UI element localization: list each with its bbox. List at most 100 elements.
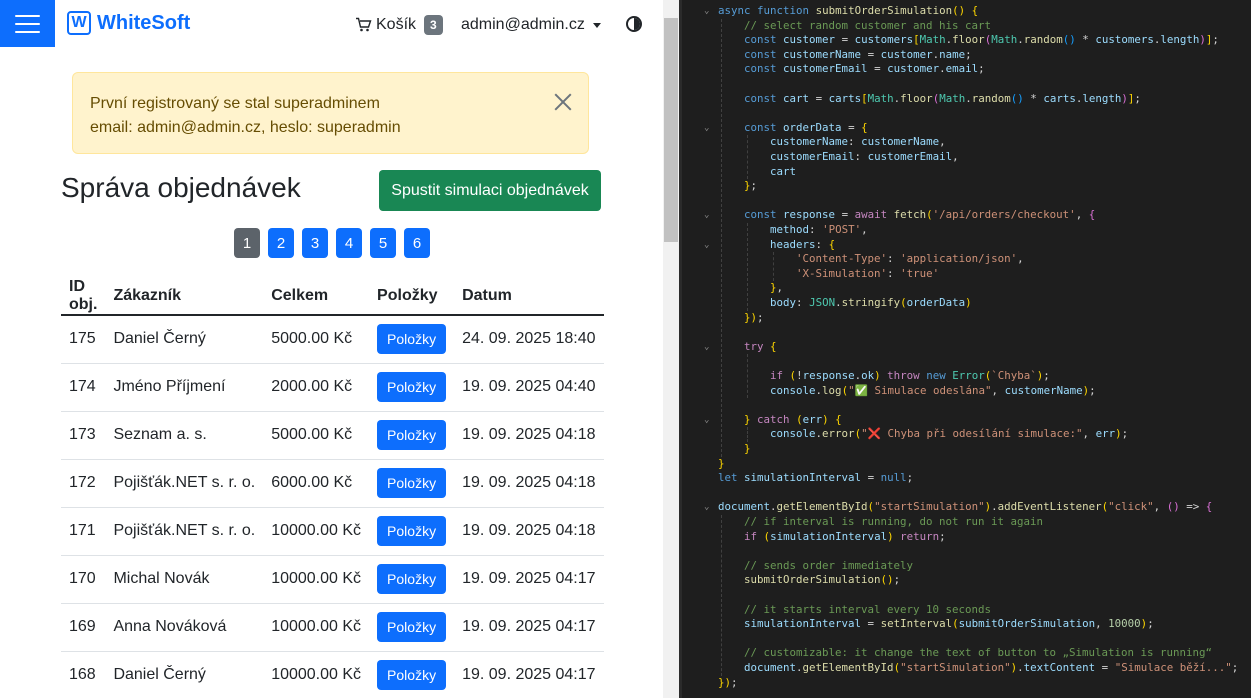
indent-guide (721, 18, 722, 457)
page-button-6[interactable]: 6 (404, 228, 430, 258)
theme-toggle-icon[interactable] (626, 16, 642, 32)
code-line: // customizable: it change the text of b… (744, 646, 1213, 660)
cart-icon (356, 17, 372, 32)
fold-chevron-icon[interactable]: ⌄ (704, 240, 712, 249)
page-button-4[interactable]: 4 (336, 228, 362, 258)
code-line: // if interval is running, do not run it… (744, 515, 1044, 528)
code-line: document.getElementById("startSimulation… (744, 661, 1239, 674)
items-cell: Položky (369, 411, 455, 460)
code-line: }); (718, 675, 738, 689)
code-line: } catch (err) { (744, 412, 842, 426)
code-line: const customerName = customer.name; (744, 47, 972, 61)
items-button[interactable]: Položky (377, 324, 447, 355)
code-line: try { (744, 339, 777, 353)
date-cell: 19. 09. 2025 04:18 (454, 459, 604, 508)
customer-cell: Jméno Příjmení (105, 363, 264, 412)
items-button[interactable]: Položky (377, 516, 447, 546)
order-id-cell: 169 (61, 603, 106, 652)
items-button[interactable]: Položky (377, 372, 447, 402)
items-button[interactable]: Položky (377, 660, 447, 690)
info-alert: První registrovaný se stal superadminem … (72, 72, 589, 154)
items-cell: Položky (369, 459, 455, 508)
items-cell: Položky (369, 507, 455, 556)
date-cell: 19. 09. 2025 04:18 (454, 507, 604, 556)
code-editor[interactable]: async function submitOrderSimulation() {… (682, 0, 1251, 698)
cart-label: Košík (376, 16, 417, 33)
customer-cell: Anna Nováková (105, 603, 264, 652)
user-dropdown[interactable]: admin@admin.cz (461, 16, 601, 34)
fold-chevron-icon[interactable]: ⌄ (704, 7, 712, 16)
page-button-2[interactable]: 2 (268, 228, 294, 258)
indent-guide (747, 354, 748, 399)
page-button-3[interactable]: 3 (302, 228, 328, 258)
items-button[interactable]: Položky (377, 420, 447, 450)
date-cell: 24. 09. 2025 18:40 (454, 315, 604, 364)
scrollbar[interactable] (663, 0, 679, 698)
date-cell: 19. 09. 2025 04:40 (454, 363, 604, 412)
table-row: 174 Jméno Příjmení 2000.00 Kč Položky 19. 09… (61, 363, 604, 412)
fold-chevron-icon[interactable]: ⌄ (704, 342, 712, 351)
scrollbar-thumb[interactable] (664, 18, 678, 242)
fold-chevron-icon[interactable]: ⌄ (704, 503, 712, 512)
menu-toggle-button[interactable] (0, 0, 55, 47)
date-cell: 19. 09. 2025 04:18 (454, 411, 604, 460)
order-id-cell: 171 (61, 507, 106, 556)
items-cell: Položky (369, 315, 455, 364)
hamburger-icon (15, 14, 40, 17)
navbar: W WhiteSoft Košík 3 admin@admin.cz (0, 0, 663, 50)
date-cell: 19. 09. 2025 04:17 (454, 555, 604, 604)
order-id-cell: 170 (61, 555, 106, 604)
orders-table-body: 175 Daniel Černý 5000.00 Kč Položky 24. 09. … (61, 315, 604, 698)
order-id-cell: 174 (61, 363, 106, 412)
indent-guide (773, 252, 774, 282)
close-icon[interactable] (554, 93, 572, 111)
fold-chevron-icon[interactable]: ⌄ (704, 415, 712, 424)
brand-link[interactable]: W WhiteSoft (67, 11, 190, 35)
indent-guide (747, 427, 748, 442)
column-header-id: ID obj. (61, 278, 106, 316)
column-header-total: Celkem (263, 278, 370, 316)
customer-cell: Seznam a. s. (105, 411, 264, 460)
table-row: 172 Pojišťák.NET s. r. o. 6000.00 Kč Položk… (61, 459, 604, 508)
code-line: }); (744, 310, 764, 324)
table-row: 171 Pojišťák.NET s. r. o. 10000.00 Kč Polož… (61, 507, 604, 556)
cart-link[interactable]: Košík 3 (356, 15, 443, 35)
pagination: 123456 (234, 228, 430, 258)
indent-guide (747, 135, 748, 180)
code-line: // sends order immediately (744, 558, 914, 572)
code-line: 'X-Simulation': 'true' (796, 266, 940, 280)
items-button[interactable]: Položky (377, 612, 447, 642)
code-line: // it starts interval every 10 seconds (744, 602, 992, 616)
cart-count-badge: 3 (424, 15, 443, 35)
code-line: let simulationInterval = null; (718, 471, 914, 485)
items-cell: Položky (369, 603, 455, 652)
page-button-5[interactable]: 5 (370, 228, 396, 258)
fold-chevron-icon[interactable]: ⌄ (704, 123, 712, 132)
code-line: const customer = customers[Math.floor(Ma… (744, 33, 1219, 47)
start-simulation-button[interactable]: Spustit simulaci objednávek (379, 170, 601, 211)
date-cell: 19. 09. 2025 04:17 (454, 651, 604, 698)
code-line: const response = await fetch('/api/order… (744, 208, 1096, 222)
orders-table: ID obj. Zákazník Celkem Položky Datum 17… (61, 278, 604, 698)
code-line: 'Content-Type': 'application/json', (796, 252, 1024, 266)
code-line: simulationInterval = setInterval(submitO… (744, 617, 1154, 631)
code-line: }, (770, 281, 784, 295)
fold-chevron-icon[interactable]: ⌄ (704, 211, 712, 220)
page-button-1[interactable]: 1 (234, 228, 260, 258)
code-line: // select random customer and his cart (744, 18, 992, 32)
order-id-cell: 172 (61, 459, 106, 508)
customer-cell: Michal Novák (105, 555, 264, 604)
total-cell: 10000.00 Kč (263, 507, 370, 556)
table-row: 175 Daniel Černý 5000.00 Kč Položky 24. 09. … (61, 315, 604, 364)
code-line: async function submitOrderSimulation() { (718, 4, 979, 17)
items-button[interactable]: Položky (377, 468, 447, 498)
column-header-customer: Zákazník (105, 278, 264, 316)
alert-line-2: email: admin@admin.cz, heslo: superadmin (90, 119, 401, 136)
hamburger-icon (15, 30, 40, 33)
brand-name: WhiteSoft (97, 11, 191, 34)
total-cell: 10000.00 Kč (263, 603, 370, 652)
total-cell: 2000.00 Kč (263, 363, 370, 412)
indent-guide (747, 223, 748, 311)
items-button[interactable]: Položky (377, 564, 447, 594)
chevron-down-icon (592, 22, 601, 28)
